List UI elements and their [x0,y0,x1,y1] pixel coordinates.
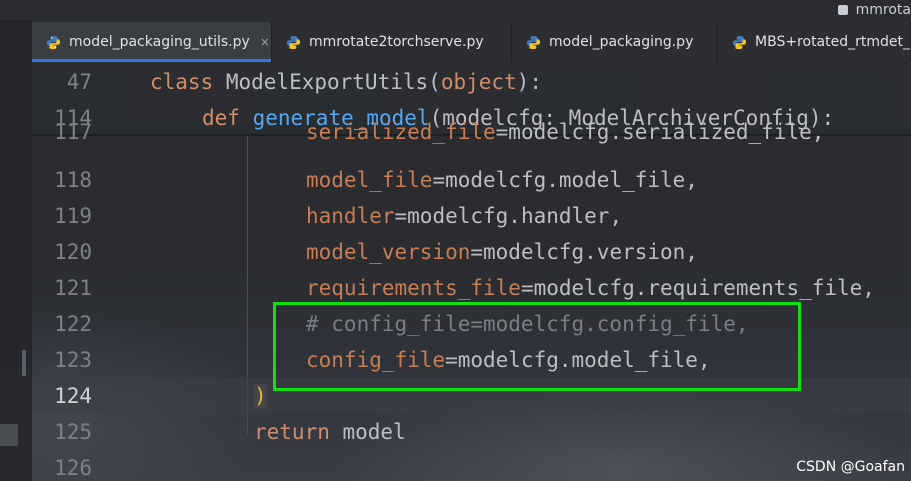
title-bar: mmrota [0,0,911,20]
code-line[interactable]: 121 requirements_file=modelcfg.requireme… [32,270,911,306]
close-tab-icon[interactable]: × [260,35,270,49]
line-number: 123 [54,348,92,372]
python-file-icon [526,35,541,49]
code-line[interactable]: 117 serialized_file=modelcfg.serialized_… [32,120,911,156]
code-text: return model [254,420,406,444]
line-number: 121 [54,276,92,300]
code-line[interactable]: 120 model_version=modelcfg.version, [32,234,911,270]
code-text: class ModelExportUtils(object): [150,70,542,94]
code-line[interactable]: 125 return model [32,414,911,450]
python-file-icon [732,35,747,49]
python-file-icon [46,35,61,49]
project-icon [837,5,848,15]
code-text: requirements_file=modelcfg.requirements_… [306,276,875,300]
tab-label: model_packaging_utils.py [69,34,250,50]
line-number: 126 [54,456,92,480]
code-text: model_version=modelcfg.version, [306,240,698,264]
left-scroll-marker[interactable] [22,350,26,376]
tab-label: model_packaging.py [549,34,694,50]
tab-model-packaging-utils[interactable]: model_packaging_utils.py × [32,22,272,62]
watermark-text: CSDN @Goafan [796,459,905,475]
tab-mmrotate2torchserve[interactable]: mmrotate2torchserve.py [272,22,512,62]
line-number: 47 [66,70,92,94]
project-title[interactable]: mmrota [837,0,911,20]
sticky-line-class[interactable]: 47 class ModelExportUtils(object): [32,64,911,100]
line-number: 125 [54,420,92,444]
project-name: mmrota [855,2,911,18]
matched-paren: ) [254,384,267,408]
editor-tab-bar: model_packaging_utils.py × mmrotate2torc… [32,22,911,62]
line-number: 120 [54,240,92,264]
left-tool-tab[interactable] [0,424,18,446]
line-number: 118 [54,168,92,192]
tab-mbs-rotated-rtmdet[interactable]: MBS+rotated_rtmdet_t [718,22,911,62]
line-number: 119 [54,204,92,228]
code-text: model_file=modelcfg.model_file, [306,168,698,192]
tab-model-packaging[interactable]: model_packaging.py [512,22,718,62]
python-file-icon [286,35,301,49]
line-number: 124 [54,384,92,408]
tab-label: mmrotate2torchserve.py [309,34,484,50]
code-text: handler=modelcfg.handler, [306,204,623,228]
code-line[interactable]: 126 [32,450,911,481]
tab-label: MBS+rotated_rtmdet_t [755,34,911,50]
code-line[interactable]: 119 handler=modelcfg.handler, [32,198,911,234]
line-number: 122 [54,312,92,336]
line-number: 117 [54,120,92,144]
left-tool-strip [0,20,32,481]
annotation-highlight-box [273,302,801,391]
code-text: serialized_file=modelcfg.serialized_file… [306,120,825,144]
code-line[interactable]: 118 model_file=modelcfg.model_file, [32,162,911,198]
code-editor[interactable]: 47 class ModelExportUtils(object): 114 d… [32,62,911,481]
